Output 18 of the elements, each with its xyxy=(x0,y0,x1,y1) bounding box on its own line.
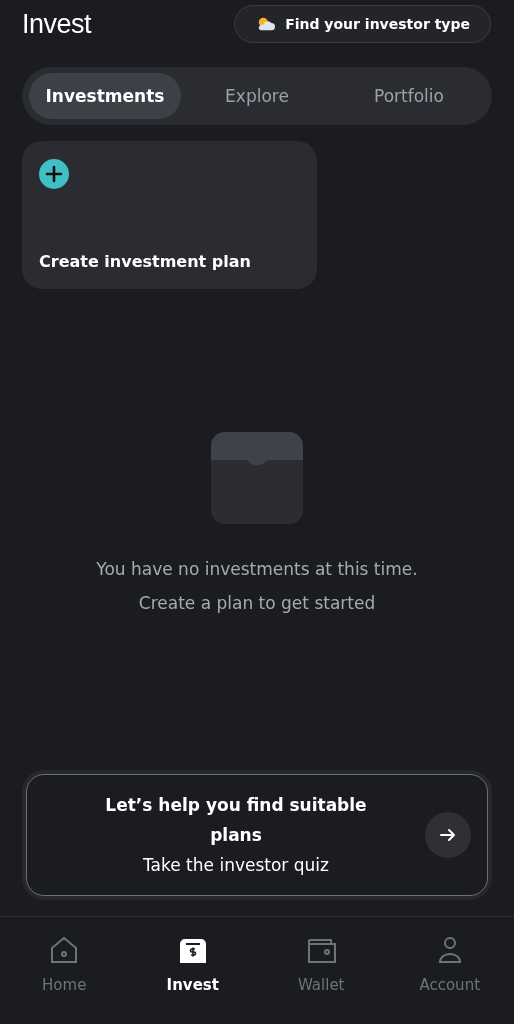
empty-message: You have no investments at this time. xyxy=(96,558,418,581)
page-title: Invest xyxy=(22,8,92,40)
nav-item[interactable]: Account xyxy=(385,933,514,1024)
tab[interactable]: Portfolio xyxy=(333,73,485,119)
nav-item[interactable]: Home xyxy=(0,933,129,1024)
tab[interactable]: Investments xyxy=(29,73,181,119)
nav-item[interactable]: Invest xyxy=(128,933,257,1024)
plus-icon xyxy=(39,159,69,189)
empty-box-icon xyxy=(211,432,303,524)
arrow-button[interactable] xyxy=(425,812,471,858)
tab[interactable]: Explore xyxy=(181,73,333,119)
quiz-title: Let’s help you find suitable plans xyxy=(104,794,368,847)
create-plan-card[interactable]: Create investment plan xyxy=(22,141,317,289)
empty-hint: Create a plan to get started xyxy=(138,592,376,615)
quiz-card[interactable]: Let’s help you find suitable plans Take the investor quiz xyxy=(22,770,492,900)
quiz-subtitle: Take the investor quiz xyxy=(143,854,329,877)
investor-type-button[interactable]: Find your investor type xyxy=(234,5,491,43)
nav-item[interactable]: Wallet xyxy=(257,933,386,1024)
